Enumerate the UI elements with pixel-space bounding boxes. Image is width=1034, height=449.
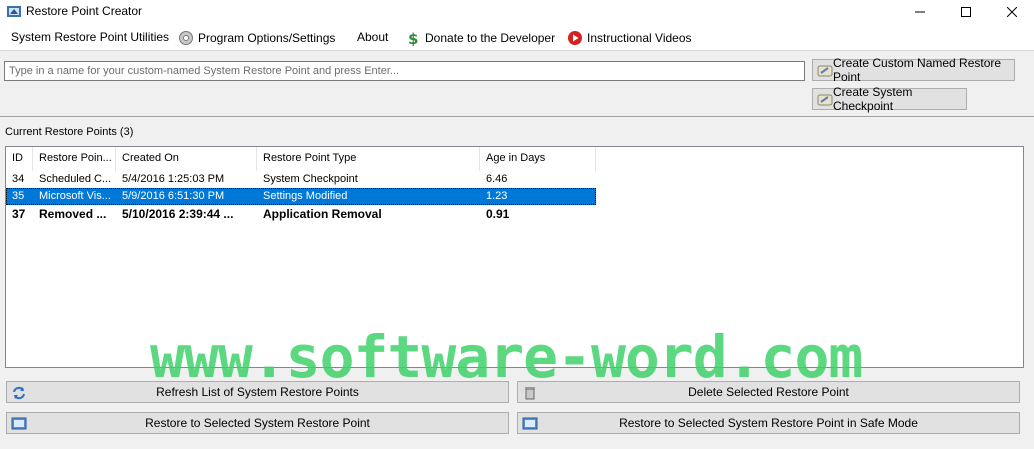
trash-icon bbox=[522, 385, 538, 401]
dollar-icon: $ bbox=[405, 30, 421, 48]
menu-bar: System Restore Point Utilities Program O… bbox=[0, 24, 1034, 51]
restore-point-icon bbox=[817, 63, 833, 79]
refresh-icon bbox=[11, 385, 27, 401]
cell-created: 5/4/2016 1:25:03 PM bbox=[122, 173, 225, 185]
restore-label: Restore to Selected System Restore Point bbox=[145, 416, 370, 430]
cell-type: System Checkpoint bbox=[263, 173, 358, 185]
list-row[interactable]: 34 Scheduled C... 5/4/2016 1:25:03 PM Sy… bbox=[6, 171, 596, 188]
cell-age: 6.46 bbox=[486, 173, 508, 185]
menu-donate[interactable]: $ Donate to the Developer bbox=[405, 30, 556, 48]
cell-id: 34 bbox=[12, 173, 25, 185]
close-icon bbox=[1007, 7, 1017, 17]
column-header-restore-point-type[interactable]: Restore Point Type bbox=[257, 147, 480, 171]
cell-type: Application Removal bbox=[263, 207, 382, 221]
gear-icon bbox=[178, 30, 194, 46]
menu-instructional-videos[interactable]: Instructional Videos bbox=[567, 30, 692, 46]
menu-label: Instructional Videos bbox=[587, 31, 692, 45]
restore-safe-mode-button[interactable]: Restore to Selected System Restore Point… bbox=[517, 412, 1020, 434]
play-icon bbox=[567, 30, 583, 46]
menu-program-options[interactable]: Program Options/Settings bbox=[178, 30, 335, 46]
maximize-button[interactable] bbox=[943, 0, 989, 24]
restore-safe-label: Restore to Selected System Restore Point… bbox=[619, 416, 918, 430]
maximize-icon bbox=[961, 7, 971, 17]
list-row-selected[interactable]: 35 Microsoft Vis... 5/9/2016 6:51:30 PM … bbox=[6, 188, 596, 205]
minimize-button[interactable] bbox=[897, 0, 943, 24]
create-system-checkpoint-button[interactable]: Create System Checkpoint bbox=[812, 85, 967, 113]
cell-age: 0.91 bbox=[486, 207, 510, 221]
restore-icon bbox=[11, 416, 27, 432]
cell-id: 37 bbox=[12, 207, 26, 221]
refresh-list-button[interactable]: Refresh List of System Restore Points bbox=[6, 381, 509, 403]
column-header-restore-point-name[interactable]: Restore Poin... bbox=[33, 147, 116, 171]
column-header-age-in-days[interactable]: Age in Days bbox=[480, 147, 596, 171]
menu-label: System Restore Point Utilities bbox=[11, 30, 170, 44]
delete-selected-button[interactable]: Delete Selected Restore Point bbox=[517, 381, 1020, 403]
cell-name: Scheduled C... bbox=[39, 173, 112, 185]
restore-selected-button[interactable]: Restore to Selected System Restore Point bbox=[6, 412, 509, 434]
divider bbox=[0, 116, 1034, 117]
cell-name: Microsoft Vis... bbox=[39, 190, 111, 202]
column-header-id[interactable]: ID bbox=[6, 147, 33, 171]
current-restore-points-label: Current Restore Points (3) bbox=[5, 126, 134, 138]
menu-system-restore-point-utilities[interactable]: System Restore Point Utilities bbox=[11, 30, 169, 44]
cell-name: Removed ... bbox=[39, 207, 107, 221]
cell-created: 5/10/2016 2:39:44 ... bbox=[122, 207, 234, 221]
cell-type: Settings Modified bbox=[263, 190, 348, 202]
cell-created: 5/9/2016 6:51:30 PM bbox=[122, 190, 225, 202]
cell-id: 35 bbox=[12, 190, 25, 202]
close-button[interactable] bbox=[989, 0, 1034, 24]
list-header: ID Restore Poin... Created On Restore Po… bbox=[6, 147, 596, 171]
create-custom-named-restore-point-button[interactable]: Create Custom Named Restore Point bbox=[812, 56, 1015, 84]
cell-age: 1.23 bbox=[486, 190, 508, 202]
delete-label: Delete Selected Restore Point bbox=[688, 385, 849, 399]
menu-label: Donate to the Developer bbox=[425, 31, 556, 45]
window-title: Restore Point Creator bbox=[26, 4, 143, 18]
svg-text:$: $ bbox=[408, 30, 418, 46]
list-row[interactable]: 37 Removed ... 5/10/2016 2:39:44 ... App… bbox=[6, 205, 596, 222]
create-checkpoint-label: Create System Checkpoint bbox=[833, 85, 913, 113]
create-custom-label: Create Custom Named Restore Point bbox=[833, 56, 1002, 84]
restore-point-name-input[interactable] bbox=[4, 61, 805, 81]
menu-about[interactable]: About bbox=[357, 30, 388, 44]
restore-point-icon bbox=[817, 92, 833, 108]
restore-icon bbox=[522, 416, 538, 432]
menu-label: Program Options/Settings bbox=[198, 31, 336, 45]
menu-label: About bbox=[357, 30, 389, 44]
refresh-label: Refresh List of System Restore Points bbox=[156, 385, 359, 399]
restore-points-list[interactable]: ID Restore Poin... Created On Restore Po… bbox=[5, 146, 1024, 368]
title-bar: Restore Point Creator bbox=[0, 0, 1034, 24]
app-logo-icon bbox=[6, 4, 22, 20]
minimize-icon bbox=[915, 11, 925, 13]
column-header-created-on[interactable]: Created On bbox=[116, 147, 257, 171]
